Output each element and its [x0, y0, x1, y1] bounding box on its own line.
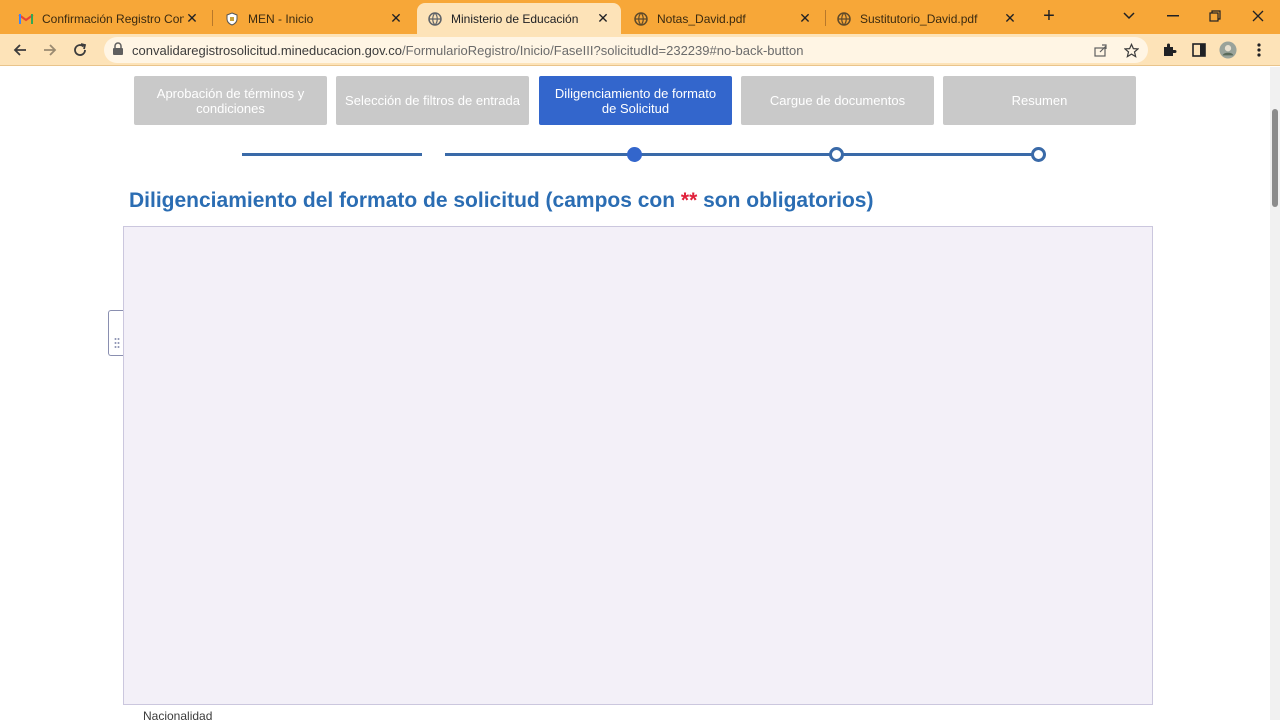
new-tab-button[interactable]: +: [1040, 6, 1058, 26]
minimize-icon[interactable]: [1163, 6, 1183, 26]
wizard-step-terminos[interactable]: Aprobación de términos y condiciones: [134, 76, 327, 125]
scrollbar-thumb[interactable]: [1272, 109, 1278, 207]
extensions-puzzle-icon[interactable]: [1160, 41, 1178, 59]
lock-icon[interactable]: [112, 42, 126, 58]
browser-tab-strip: Confirmación Registro Conv ✕ MEN - Inici…: [0, 0, 1280, 34]
nacionalidad-label: Nacionalidad: [143, 709, 213, 723]
wizard-step-filtros[interactable]: Selección de filtros de entrada: [336, 76, 529, 125]
required-marker: **: [680, 189, 698, 212]
close-icon[interactable]: ✕: [388, 10, 404, 27]
step-label: Selección de filtros de entrada: [345, 93, 520, 108]
close-icon[interactable]: ✕: [1002, 10, 1018, 27]
wizard-step-resumen[interactable]: Resumen: [943, 76, 1136, 125]
tab-separator: [212, 10, 213, 26]
url-host: convalidaregistrosolicitud.mineducacion.…: [132, 43, 403, 58]
tab-title: Confirmación Registro Conv: [42, 11, 184, 26]
tab-gmail[interactable]: Confirmación Registro Conv ✕: [8, 3, 210, 34]
progress-track-segment: [445, 153, 1042, 156]
profile-avatar[interactable]: [1219, 41, 1237, 59]
tab-title: MEN - Inicio: [248, 11, 314, 26]
kebab-menu-icon[interactable]: [1250, 41, 1268, 59]
tab-title: Notas_David.pdf: [657, 11, 746, 26]
page-title: Diligenciamiento del formato de solicitu…: [129, 189, 873, 213]
globe-icon: [836, 11, 852, 27]
step-label: Diligenciamiento de formato de Solicitud: [554, 85, 717, 116]
progress-dot-pending: [829, 147, 844, 162]
wizard-step-cargue[interactable]: Cargue de documentos: [741, 76, 934, 125]
progress-track-segment: [242, 153, 422, 156]
globe-icon: [633, 11, 649, 27]
step-label: Cargue de documentos: [769, 93, 906, 108]
bookmark-star-icon[interactable]: [1122, 41, 1140, 59]
tab-men-inicio[interactable]: MEN - Inicio ✕: [214, 3, 414, 34]
gmail-icon: [18, 11, 34, 27]
reload-icon[interactable]: [70, 40, 90, 60]
form-panel: [123, 226, 1153, 705]
step-label: Resumen: [1011, 93, 1068, 108]
drag-handle-icon: [114, 338, 120, 348]
side-drawer-handle[interactable]: [108, 310, 124, 356]
progress-dot-pending: [1031, 147, 1046, 162]
progress-dot-current: [627, 147, 642, 162]
close-window-icon[interactable]: [1248, 6, 1268, 26]
share-icon[interactable]: [1092, 41, 1110, 59]
tab-ministerio-educacion[interactable]: Ministerio de Educación ✕: [417, 3, 621, 34]
url-path: /FormularioRegistro/Inicio/FaseIII?solic…: [402, 43, 804, 58]
title-prefix: Diligenciamiento del formato de solicitu…: [129, 189, 681, 212]
close-icon[interactable]: ✕: [595, 10, 611, 27]
tab-title: Ministerio de Educación: [451, 11, 579, 26]
tab-notas-david[interactable]: Notas_David.pdf ✕: [623, 3, 823, 34]
close-icon[interactable]: ✕: [797, 10, 813, 27]
title-suffix: son obligatorios): [697, 189, 874, 212]
forward-arrow-icon[interactable]: [40, 40, 60, 60]
tab-search-icon[interactable]: [1119, 6, 1139, 26]
step-label: Aprobación de términos y condiciones: [156, 85, 305, 116]
side-panel-icon[interactable]: [1190, 41, 1208, 59]
tab-sustitutorio-david[interactable]: Sustitutorio_David.pdf ✕: [826, 3, 1028, 34]
back-arrow-icon[interactable]: [10, 40, 30, 60]
restore-icon[interactable]: [1205, 6, 1225, 26]
tab-title: Sustitutorio_David.pdf: [860, 11, 978, 26]
address-bar[interactable]: convalidaregistrosolicitud.mineducacion.…: [104, 37, 1148, 63]
wizard-step-diligenciamiento[interactable]: Diligenciamiento de formato de Solicitud: [539, 76, 732, 125]
url-text: convalidaregistrosolicitud.mineducacion.…: [132, 43, 803, 58]
web-page: Aprobación de términos y condiciones Sel…: [0, 67, 1270, 723]
page-scrollbar[interactable]: [1270, 67, 1280, 720]
close-icon[interactable]: ✕: [184, 10, 200, 27]
shield-icon: [224, 11, 240, 27]
globe-icon: [427, 11, 443, 27]
browser-toolbar: convalidaregistrosolicitud.mineducacion.…: [0, 34, 1280, 66]
